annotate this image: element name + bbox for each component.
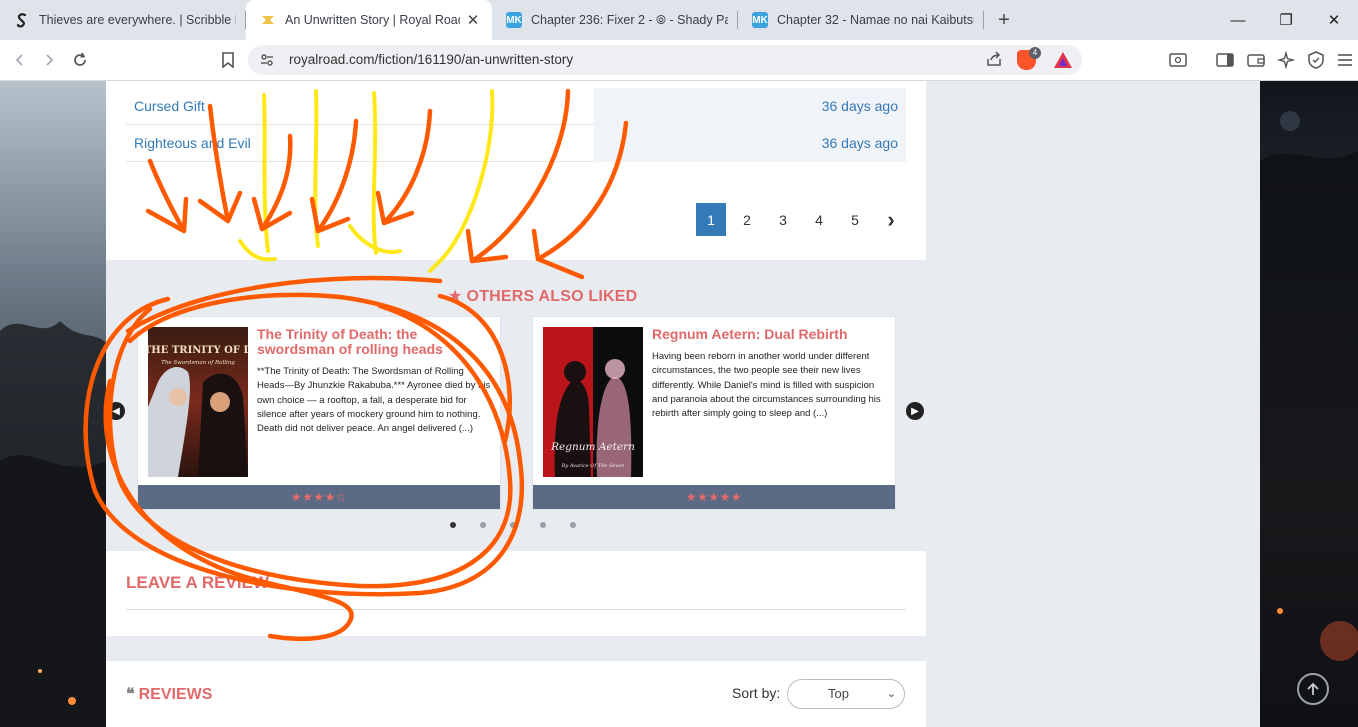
window-close-button[interactable]: ✕ xyxy=(1310,0,1358,40)
fiction-cover[interactable]: THE TRINITY OF D The Swordsman of Rollin… xyxy=(144,327,252,477)
reviews-title: ❝ REVIEWS xyxy=(126,684,213,703)
fiction-card[interactable]: Regnum Aetern By Avarice Of The Seven Re… xyxy=(532,316,896,510)
new-tab-button[interactable]: + xyxy=(988,0,1020,40)
chapter-date: 36 days ago xyxy=(821,98,898,114)
tab-strip: Thieves are everywhere. | Scribble Hu An… xyxy=(0,0,1358,40)
mk-icon: MK xyxy=(752,12,768,28)
page-1-button[interactable]: 1 xyxy=(696,203,726,236)
svg-text:By Avarice Of The Seven: By Avarice Of The Seven xyxy=(561,463,625,469)
rating-bar: ★★★★★ xyxy=(533,485,895,509)
rating-bar: ★★★★☆ xyxy=(138,485,500,509)
reader-mode-icon[interactable] xyxy=(1167,49,1189,71)
background-art-left xyxy=(0,81,106,727)
quote-icon: ❝ xyxy=(126,684,135,703)
shields-count-badge: 4 xyxy=(1029,47,1041,59)
scroll-to-top-button[interactable] xyxy=(1297,673,1329,705)
close-tab-icon[interactable]: ✕ xyxy=(464,11,482,29)
tab-royalroad[interactable]: An Unwritten Story | Royal Road ✕ xyxy=(246,0,492,40)
maximize-button[interactable]: ❐ xyxy=(1262,0,1310,40)
tab-title: Chapter 32 - Namae no nai Kaibutsu xyxy=(777,13,974,27)
carousel-dot[interactable] xyxy=(510,522,516,528)
reviews-card: ❝ REVIEWS Sort by: Top ⌄ xyxy=(106,661,926,727)
url-text[interactable]: royalroad.com/fiction/161190/an-unwritte… xyxy=(289,52,573,67)
rating-stars: ★★★★☆ xyxy=(290,490,348,504)
sort-select[interactable]: Top ⌄ xyxy=(787,679,905,709)
site-info-icon[interactable] xyxy=(259,52,275,68)
fiction-description: **The Trinity of Death: The Swordsman of… xyxy=(257,366,491,435)
chapter-link[interactable]: Cursed Gift xyxy=(134,98,205,114)
leave-review-title: LEAVE A REVIEW xyxy=(126,573,269,592)
reload-icon[interactable] xyxy=(69,49,91,71)
forward-icon[interactable] xyxy=(38,49,60,71)
svg-text:THE TRINITY OF D: THE TRINITY OF D xyxy=(148,345,248,356)
sort-by-label: Sort by: xyxy=(732,685,781,701)
page-4-button[interactable]: 4 xyxy=(804,203,834,236)
star-icon: ★ xyxy=(448,288,463,305)
bookmark-icon[interactable] xyxy=(217,49,239,71)
browser-toolbar: royalroad.com/fiction/161190/an-unwritte… xyxy=(0,40,1358,81)
minimize-button[interactable]: — xyxy=(1214,0,1262,40)
brave-rewards-icon[interactable] xyxy=(1054,52,1072,68)
page-viewport[interactable]: Cursed Gift 36 days ago Righteous and Ev… xyxy=(0,81,1358,727)
royalroad-icon xyxy=(260,12,276,28)
wallet-icon[interactable] xyxy=(1245,49,1267,71)
others-also-liked-title: ★ OTHERS ALSO LIKED xyxy=(448,288,638,305)
carousel-dot[interactable] xyxy=(480,522,486,528)
carousel-dot[interactable] xyxy=(540,522,546,528)
tab-title: An Unwritten Story | Royal Road xyxy=(285,13,460,27)
chapters-card: Cursed Gift 36 days ago Righteous and Ev… xyxy=(106,81,926,260)
page-3-button[interactable]: 3 xyxy=(768,203,798,236)
tab-namae[interactable]: MK Chapter 32 - Namae no nai Kaibutsu xyxy=(738,0,984,40)
page-5-button[interactable]: 5 xyxy=(840,203,870,236)
fiction-card[interactable]: THE TRINITY OF D The Swordsman of Rollin… xyxy=(137,316,501,510)
carousel-dots xyxy=(450,522,576,528)
next-page-icon[interactable]: › xyxy=(876,203,906,236)
tab-shady-part[interactable]: MK Chapter 236: Fixer 2 - ⦾ - Shady Part xyxy=(492,0,738,40)
address-bar[interactable]: royalroad.com/fiction/161190/an-unwritte… xyxy=(248,45,1082,75)
mk-icon: MK xyxy=(506,12,522,28)
fiction-description: Having been reborn in another world unde… xyxy=(652,351,881,420)
leave-review-card: LEAVE A REVIEW xyxy=(106,551,926,636)
tab-title: Thieves are everywhere. | Scribble Hu xyxy=(39,13,236,27)
tab-title: Chapter 236: Fixer 2 - ⦾ - Shady Part xyxy=(531,12,728,27)
tab-scribblehub[interactable]: Thieves are everywhere. | Scribble Hu xyxy=(0,0,246,40)
table-row[interactable]: Righteous and Evil 36 days ago xyxy=(126,125,906,162)
rating-stars: ★★★★★ xyxy=(685,490,743,504)
table-row[interactable]: Cursed Gift 36 days ago xyxy=(126,88,906,125)
sidebar-icon[interactable] xyxy=(1214,49,1236,71)
share-icon[interactable] xyxy=(986,51,1002,71)
fiction-title[interactable]: The Trinity of Death: the swordsman of r… xyxy=(257,327,493,357)
chapter-date: 36 days ago xyxy=(821,135,898,151)
background-art-right xyxy=(1260,81,1358,727)
fiction-title[interactable]: Regnum Aetern: Dual Rebirth xyxy=(652,327,888,342)
back-icon[interactable] xyxy=(9,49,31,71)
menu-icon[interactable] xyxy=(1334,49,1356,71)
carousel-dot[interactable] xyxy=(570,522,576,528)
window-controls: — ❐ ✕ xyxy=(1214,0,1358,40)
fiction-cover[interactable]: Regnum Aetern By Avarice Of The Seven xyxy=(543,327,643,477)
vpn-shield-icon[interactable] xyxy=(1305,49,1327,71)
carousel-prev-icon[interactable]: ◀ xyxy=(107,402,125,420)
svg-text:Regnum Aetern: Regnum Aetern xyxy=(550,441,635,453)
leo-ai-icon[interactable] xyxy=(1275,49,1297,71)
scribblehub-icon xyxy=(14,12,30,28)
carousel-dot[interactable] xyxy=(450,522,456,528)
page-2-button[interactable]: 2 xyxy=(732,203,762,236)
pagination: 1 2 3 4 5 › xyxy=(696,203,906,236)
svg-text:The Swordsman of Rolling: The Swordsman of Rolling xyxy=(161,360,235,366)
chapter-link[interactable]: Righteous and Evil xyxy=(134,135,251,151)
carousel-next-icon[interactable]: ▶ xyxy=(906,402,924,420)
chevron-down-icon: ⌄ xyxy=(886,688,896,700)
